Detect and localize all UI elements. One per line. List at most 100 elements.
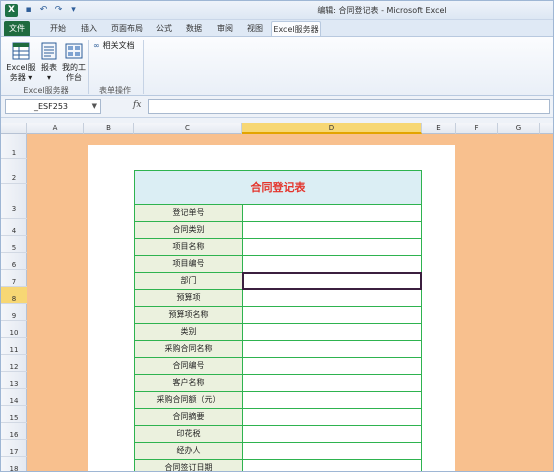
row-header[interactable]: 11 bbox=[1, 338, 27, 355]
field-input[interactable] bbox=[243, 205, 421, 221]
row-header[interactable]: 5 bbox=[1, 236, 27, 253]
form-row: 预算项 bbox=[135, 290, 421, 307]
field-label: 合同类别 bbox=[135, 222, 243, 238]
column-header[interactable]: G bbox=[498, 123, 540, 134]
tab-file[interactable]: 文件 bbox=[4, 21, 30, 36]
column-header[interactable]: F bbox=[456, 123, 498, 134]
group-separator bbox=[88, 40, 89, 94]
tab-formulas[interactable]: 公式 bbox=[151, 21, 177, 36]
field-label: 项目名称 bbox=[135, 239, 243, 255]
tab-home[interactable]: 开始 bbox=[45, 21, 71, 36]
title-bar: X ▪ ↶ ↷ ▾ 编辑: 合同登记表 - Microsoft Excel bbox=[1, 1, 553, 20]
column-header[interactable]: E bbox=[422, 123, 456, 134]
form-row: 采购合同名称 bbox=[135, 341, 421, 358]
form-row: 合同签订日期 bbox=[135, 460, 421, 471]
field-input[interactable] bbox=[243, 324, 421, 340]
row-header[interactable]: 10 bbox=[1, 321, 27, 338]
row-header[interactable]: 2 bbox=[1, 159, 27, 184]
column-header[interactable]: C bbox=[134, 123, 242, 134]
report-icon bbox=[41, 42, 57, 60]
row-header[interactable]: 17 bbox=[1, 440, 27, 457]
field-input[interactable] bbox=[243, 256, 421, 272]
formula-bar: _ESF253 ▼ fx bbox=[1, 96, 553, 118]
field-input[interactable] bbox=[243, 392, 421, 408]
row-header[interactable]: 3 bbox=[1, 184, 27, 219]
field-label: 部门 bbox=[135, 273, 243, 289]
my-desk-button[interactable]: 我的工 作台 bbox=[61, 41, 87, 83]
field-input[interactable] bbox=[243, 375, 421, 391]
fx-icon[interactable]: fx bbox=[133, 100, 141, 110]
report-button[interactable]: 报表 ▾ bbox=[38, 41, 60, 83]
field-label: 登记单号 bbox=[135, 205, 243, 221]
field-label: 采购合同名称 bbox=[135, 341, 243, 357]
field-label: 预算项 bbox=[135, 290, 243, 306]
window-title: 编辑: 合同登记表 - Microsoft Excel bbox=[317, 6, 447, 15]
field-input[interactable] bbox=[243, 409, 421, 425]
field-label: 预算项名称 bbox=[135, 307, 243, 323]
tab-review[interactable]: 审阅 bbox=[212, 21, 238, 36]
contract-form: 合同登记表 登记单号 合同类别 项目名称 项目编号 部门 预算项 预算项名称 类… bbox=[134, 170, 422, 471]
column-header[interactable]: A bbox=[27, 123, 84, 134]
ribbon: Excel服 务器 ▾ 报表 ▾ 我的工 作台 Excel服务器 ∞ 相关文档 … bbox=[1, 36, 553, 96]
row-header[interactable]: 16 bbox=[1, 423, 27, 440]
select-all-corner[interactable] bbox=[1, 123, 27, 134]
field-label: 经办人 bbox=[135, 443, 243, 459]
form-row: 登记单号 bbox=[135, 205, 421, 222]
row-header[interactable]: 14 bbox=[1, 389, 27, 406]
field-input[interactable] bbox=[243, 239, 421, 255]
name-box-value: _ESF253 bbox=[34, 102, 69, 111]
field-input[interactable] bbox=[243, 290, 421, 306]
field-label: 合同编号 bbox=[135, 358, 243, 374]
related-docs-button[interactable]: ∞ 相关文档 bbox=[93, 40, 135, 51]
row-header[interactable]: 9 bbox=[1, 304, 27, 321]
my-desk-label-2: 作台 bbox=[66, 73, 82, 82]
form-row: 印花税 bbox=[135, 426, 421, 443]
tab-page-layout[interactable]: 页面布局 bbox=[107, 21, 147, 36]
tab-data[interactable]: 数据 bbox=[181, 21, 207, 36]
related-docs-label: 相关文档 bbox=[102, 41, 135, 50]
row-header[interactable]: 12 bbox=[1, 355, 27, 372]
group-separator bbox=[143, 40, 144, 94]
field-input[interactable] bbox=[243, 341, 421, 357]
field-input[interactable] bbox=[243, 222, 421, 238]
row-header[interactable]: 1 bbox=[1, 134, 27, 159]
column-header-selected[interactable]: D bbox=[242, 123, 422, 134]
tab-excel-server[interactable]: Excel服务器 bbox=[271, 21, 321, 36]
row-header[interactable]: 7 bbox=[1, 270, 27, 287]
report-label: 报表 bbox=[41, 63, 57, 72]
field-label: 合同摘要 bbox=[135, 409, 243, 425]
chevron-down-icon[interactable]: ▼ bbox=[92, 100, 97, 113]
group-label-excel-server: Excel服务器 bbox=[23, 86, 69, 95]
tab-view[interactable]: 视图 bbox=[242, 21, 268, 36]
row-header[interactable]: 4 bbox=[1, 219, 27, 236]
field-input[interactable] bbox=[243, 426, 421, 442]
active-cell[interactable] bbox=[242, 272, 422, 290]
row-headers: 1 2 3 4 5 6 7 8 9 10 11 12 13 14 15 16 1… bbox=[1, 134, 27, 471]
name-box[interactable]: _ESF253 ▼ bbox=[5, 99, 101, 114]
row-header[interactable]: 6 bbox=[1, 253, 27, 270]
link-icon: ∞ bbox=[93, 41, 100, 50]
excel-server-button[interactable]: Excel服 务器 ▾ bbox=[6, 41, 36, 83]
form-row: 部门 bbox=[135, 272, 422, 290]
row-header[interactable]: 18 bbox=[1, 457, 27, 471]
row-header[interactable]: 15 bbox=[1, 406, 27, 423]
field-label: 类别 bbox=[135, 324, 243, 340]
worksheet[interactable]: A B C D E F G 1 2 3 4 5 6 7 8 9 10 11 12… bbox=[1, 118, 553, 471]
row-header[interactable]: 13 bbox=[1, 372, 27, 389]
group-label-form-operations: 表单操作 bbox=[99, 86, 131, 95]
formula-input[interactable] bbox=[148, 99, 550, 114]
form-row: 合同类别 bbox=[135, 222, 421, 239]
tab-insert[interactable]: 插入 bbox=[76, 21, 102, 36]
my-desk-label-1: 我的工 bbox=[62, 63, 86, 72]
form-row: 项目编号 bbox=[135, 256, 421, 273]
column-headers: A B C D E F G bbox=[1, 123, 553, 134]
field-input[interactable] bbox=[243, 443, 421, 459]
field-input[interactable] bbox=[243, 307, 421, 323]
field-label: 合同签订日期 bbox=[135, 460, 243, 471]
field-input[interactable] bbox=[243, 358, 421, 374]
column-header[interactable]: B bbox=[84, 123, 134, 134]
field-input[interactable] bbox=[243, 460, 421, 471]
field-label: 印花税 bbox=[135, 426, 243, 442]
form-title: 合同登记表 bbox=[135, 171, 421, 205]
row-header-selected[interactable]: 8 bbox=[1, 287, 27, 304]
